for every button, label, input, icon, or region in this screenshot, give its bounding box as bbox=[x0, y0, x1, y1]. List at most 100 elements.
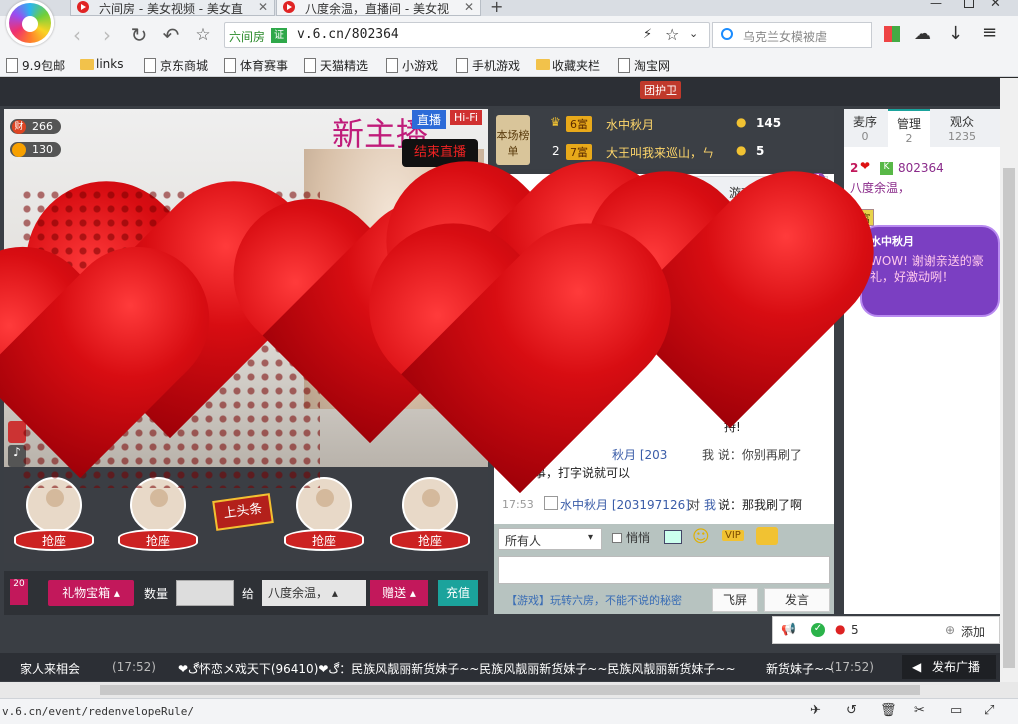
forward-icon[interactable]: › bbox=[96, 24, 118, 46]
tab-live-room[interactable]: 八度余温，直播间 - 美女视 ✕ bbox=[276, 0, 481, 16]
bookmark-folder[interactable]: 收藏夹栏 bbox=[534, 57, 600, 74]
favorite-star-icon[interactable]: ☆ bbox=[665, 25, 679, 44]
megaphone-icon: ◀ bbox=[912, 660, 922, 674]
minimize-icon[interactable]: — bbox=[930, 0, 942, 10]
publish-broadcast-button[interactable]: ◀ 发布广播 bbox=[902, 655, 996, 679]
grab-seat-button[interactable]: 抢座 bbox=[284, 529, 364, 551]
bookmark-folder[interactable]: links bbox=[78, 57, 123, 71]
refresh-icon[interactable]: ↺ bbox=[846, 703, 857, 718]
chat-self-name: 我 bbox=[704, 498, 717, 512]
grab-seat-button[interactable]: 抢座 bbox=[14, 529, 94, 551]
bookmark-item[interactable]: 京东商城 bbox=[142, 57, 208, 74]
recharge-button[interactable]: 充值 bbox=[438, 580, 478, 606]
lightning-icon[interactable]: ⚡ bbox=[643, 27, 652, 42]
wealth-badge: 财 266 bbox=[10, 119, 61, 134]
fly-screen-button[interactable]: 飞屏 bbox=[712, 588, 758, 612]
host-id[interactable]: 802364 bbox=[898, 161, 944, 175]
scroll-thumb[interactable] bbox=[100, 685, 920, 695]
bookmark-item[interactable]: 手机游戏 bbox=[454, 57, 520, 74]
scroll-thumb[interactable] bbox=[1003, 168, 1015, 668]
gift-box-label: 礼物宝箱 bbox=[62, 586, 111, 600]
user-icon: ● bbox=[835, 622, 846, 636]
rank-level-badge: 6富 bbox=[566, 116, 592, 132]
broadcast-marquee: 家人来相会 (17:52) ❤ڰ怀恋メ戏天下ڰ❤(96410)：民族风靓丽新货妹… bbox=[0, 653, 1000, 681]
guard-emoji-icon[interactable] bbox=[756, 527, 778, 545]
gift-box-button[interactable]: 礼物宝箱 ▴ bbox=[48, 580, 134, 606]
window-close-icon[interactable]: ✕ bbox=[990, 0, 1001, 11]
bookmark-star-icon[interactable]: ☆ bbox=[192, 24, 214, 46]
download-icon[interactable]: ↓ bbox=[948, 23, 963, 44]
close-icon[interactable]: ✕ bbox=[258, 0, 268, 14]
send-button[interactable]: 发言 bbox=[764, 588, 830, 612]
back-icon[interactable]: ‹ bbox=[66, 24, 88, 46]
rank-coins: 5 bbox=[756, 144, 765, 158]
cut-icon[interactable]: ✂ bbox=[914, 703, 925, 718]
close-icon[interactable]: ✕ bbox=[464, 0, 474, 14]
ranking-tab[interactable]: 本场榜单 bbox=[496, 115, 530, 165]
apps-icon[interactable] bbox=[884, 26, 900, 42]
game-tip-link[interactable]: 【游戏】玩转六房，不能不说的秘密 bbox=[506, 592, 682, 608]
cert-icon: 证 bbox=[271, 28, 287, 43]
broadcast-label: 发布广播 bbox=[932, 660, 981, 674]
vertical-scrollbar[interactable] bbox=[1000, 78, 1018, 682]
tab-mic-queue[interactable]: 麦序 0 bbox=[844, 109, 886, 147]
rank-user-name[interactable]: 大王叫我来巡山，ㄣ bbox=[606, 144, 714, 161]
give-button[interactable]: 赠送 ▴ bbox=[370, 580, 428, 606]
marquee-text: 新货妹子~~ bbox=[766, 662, 835, 676]
fans-count: 130 bbox=[32, 143, 53, 156]
search-placeholder: 乌克兰女模被虐 bbox=[743, 30, 828, 44]
bookmark-item[interactable]: 淘宝网 bbox=[616, 57, 670, 74]
video-site-icon bbox=[283, 1, 295, 13]
chat-message-input[interactable] bbox=[498, 556, 830, 584]
bookmark-item[interactable]: 天猫精选 bbox=[302, 57, 368, 74]
undo-icon[interactable]: ↶ bbox=[160, 24, 182, 46]
rank-user-name[interactable]: 水中秋月 bbox=[606, 116, 654, 133]
emoji-icon[interactable]: ☺ bbox=[692, 527, 710, 547]
new-tab-icon[interactable]: + bbox=[490, 0, 503, 16]
search-icon bbox=[721, 28, 733, 40]
ranking-board: 本场榜单 ♛ 6富 水中秋月 ● 145 2 7富 大王叫我来巡山，ㄣ ● 5 bbox=[494, 109, 834, 169]
horizontal-scrollbar[interactable] bbox=[0, 682, 1018, 698]
maximize-icon[interactable] bbox=[964, 0, 974, 8]
tab-label: 六间房 - 美女视频 - 美女直 bbox=[99, 2, 243, 16]
tab-6room[interactable]: 六间房 - 美女视频 - 美女直 ✕ bbox=[70, 0, 275, 16]
bookmark-item[interactable]: 体育赛事 bbox=[222, 57, 288, 74]
rose-heart-effect bbox=[0, 253, 215, 523]
address-bar: ‹ › ↻ ↶ ☆ 六间房 证 v.6.cn/802364 ⚡ ☆ ⌄ 乌克兰女… bbox=[0, 16, 1018, 54]
bookmark-item[interactable]: 小游戏 bbox=[384, 57, 438, 74]
search-input[interactable]: 乌克兰女模被虐 bbox=[712, 22, 872, 48]
window-icon[interactable]: ▭ bbox=[950, 703, 962, 718]
reload-icon[interactable]: ↻ bbox=[128, 24, 150, 46]
pin-icon[interactable]: ✈ bbox=[810, 703, 821, 718]
marquee-text: 家人来相会 bbox=[20, 662, 81, 676]
bookmark-item[interactable]: 9.9包邮 bbox=[4, 57, 65, 74]
menu-icon[interactable]: ≡ bbox=[982, 22, 997, 43]
tab-label: 观众 bbox=[949, 115, 974, 129]
dropdown-chevron-icon[interactable]: ⌄ bbox=[689, 27, 698, 40]
quantity-input[interactable] bbox=[176, 580, 234, 606]
to-label: 给 bbox=[242, 587, 255, 601]
speaker-icon[interactable]: 📢 bbox=[781, 622, 796, 636]
fullscreen-icon[interactable]: ⤢ bbox=[984, 703, 994, 718]
headline-sign[interactable]: 上头条 bbox=[212, 493, 274, 531]
wealth-count: 266 bbox=[32, 120, 53, 133]
gift-thanks-bubble: 水中秋月 WOW! 谢谢亲送的豪礼，好激动咧！ bbox=[860, 225, 1000, 317]
vip-icon[interactable]: VIP bbox=[722, 530, 744, 541]
rank-level-badge: 7富 bbox=[566, 144, 592, 160]
rank-row[interactable]: ♛ 6富 水中秋月 ● 145 bbox=[550, 115, 820, 135]
url-field[interactable]: 六间房 证 v.6.cn/802364 ⚡ ☆ ⌄ bbox=[224, 22, 710, 48]
grab-seat-button[interactable]: 抢座 bbox=[118, 529, 198, 551]
recipient-select[interactable]: 八度余温， ▴ bbox=[262, 580, 366, 606]
tab-admin[interactable]: 管理 2 bbox=[888, 109, 930, 147]
zoom-icon[interactable]: ⊕ bbox=[945, 623, 955, 637]
check-icon[interactable]: ✓ bbox=[811, 623, 825, 637]
recipient-value: 八度余温， bbox=[268, 586, 329, 600]
guard-badge[interactable]: 团护卫 bbox=[640, 81, 681, 99]
room-header bbox=[0, 78, 1000, 106]
trash-icon[interactable]: 🗑 bbox=[880, 703, 897, 718]
cloud-icon[interactable]: ☁ bbox=[914, 24, 931, 44]
tab-audience[interactable]: 观众 1235 bbox=[932, 109, 992, 147]
fans-badge: 130 bbox=[10, 142, 61, 157]
add-button[interactable]: 添加 bbox=[961, 623, 985, 640]
url-site-label: 六间房 bbox=[229, 30, 266, 44]
